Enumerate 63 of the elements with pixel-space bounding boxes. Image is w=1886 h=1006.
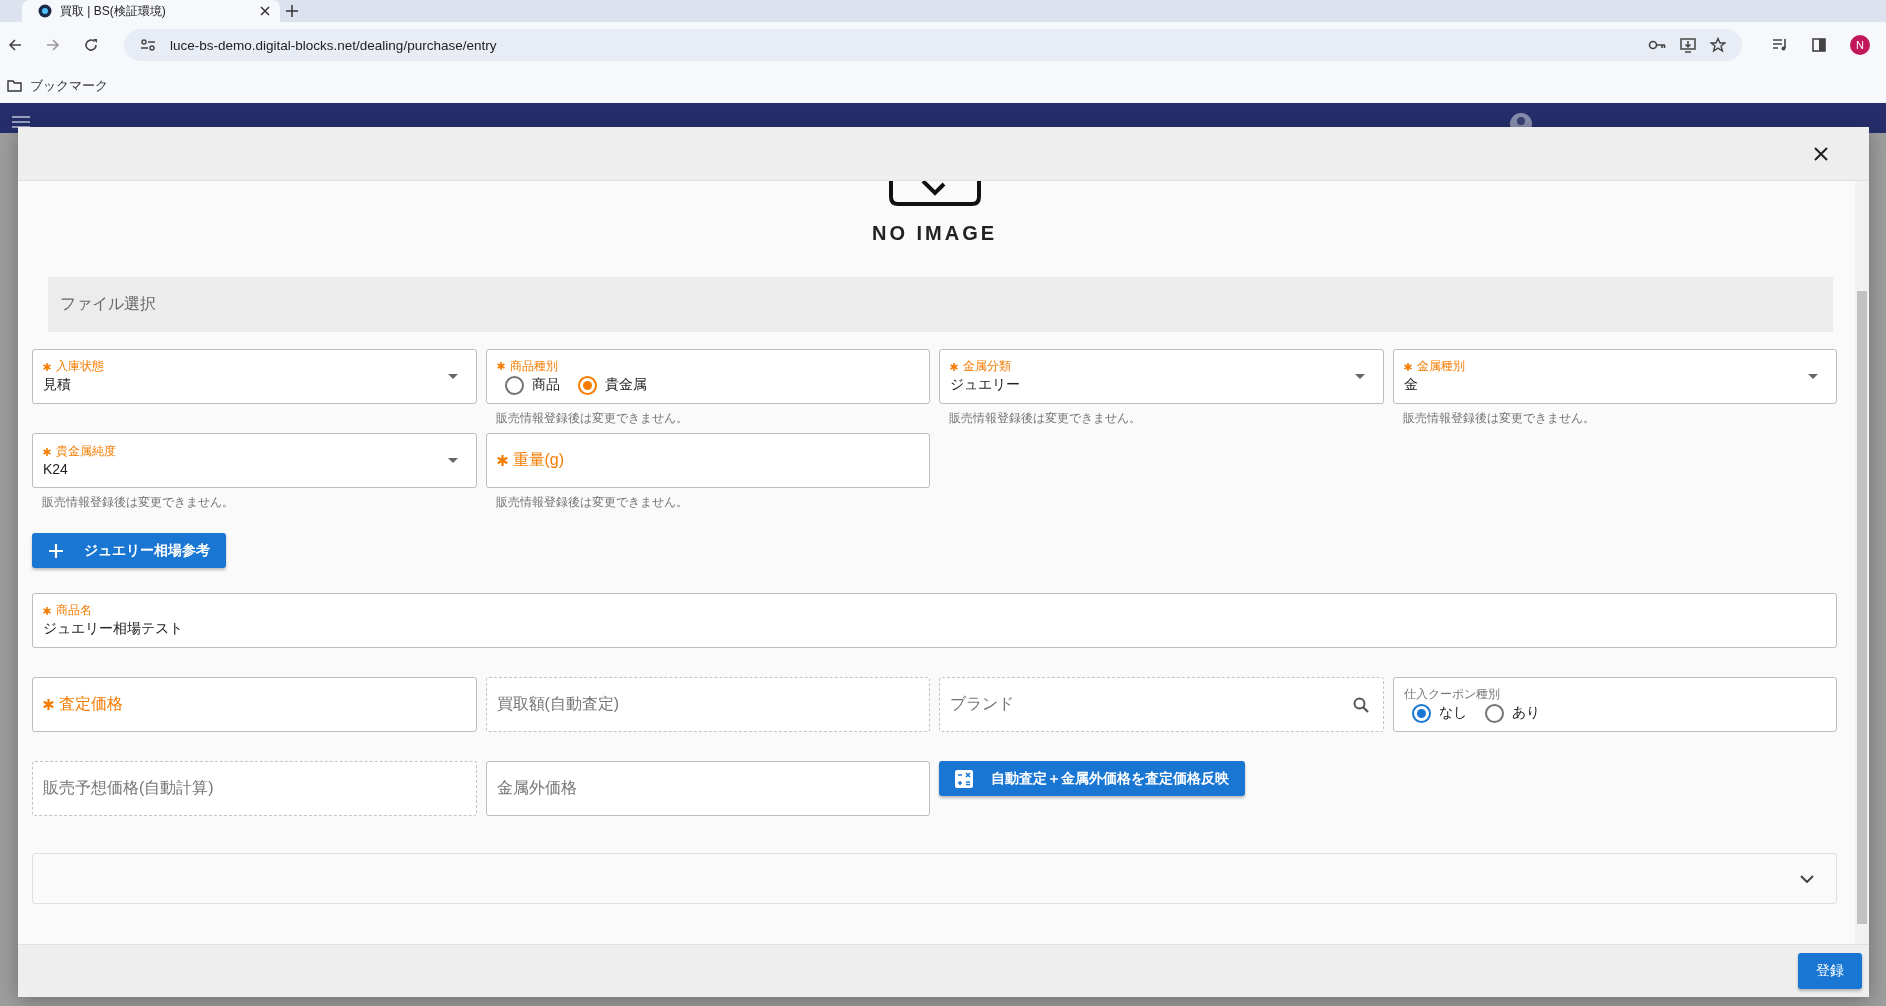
required-icon <box>43 362 51 371</box>
back-icon[interactable] <box>8 38 22 52</box>
tab-title: 買取 | BS(検証環境) <box>60 2 167 20</box>
chevron-icon[interactable] <box>1800 874 1814 883</box>
input-field[interactable]: 金属外価格 <box>485 761 930 816</box>
site-icon <box>38 4 52 18</box>
submit-button[interactable]: 登録 <box>1798 953 1862 989</box>
plus-icon[interactable] <box>286 5 298 17</box>
hint-text: 販売情報登録後は変更できません。 <box>495 411 688 425</box>
radio-button[interactable] <box>1484 703 1504 723</box>
menu-icon[interactable] <box>12 115 30 129</box>
no-image-label: NO IMAGE <box>871 222 998 245</box>
plus-icon <box>48 542 64 559</box>
radio-button[interactable] <box>1411 703 1431 723</box>
required-icon <box>43 606 51 615</box>
select-field[interactable]: 入庫状態 見積 <box>32 349 477 404</box>
required-icon <box>496 362 505 370</box>
select-field[interactable]: 貴金属純度 K24 <box>32 433 477 488</box>
address-bar[interactable]: luce-bs-demo.digital-blocks.net/dealing/purchase/entry <box>124 29 1742 61</box>
required-icon <box>43 699 54 710</box>
radio-button[interactable] <box>577 375 597 395</box>
required-icon <box>43 447 51 456</box>
hint-text: 販売情報登録後は変更できません。 <box>495 495 688 509</box>
apply-button[interactable]: 自動査定＋金属外価格を査定価格反映 <box>939 761 1245 796</box>
hint-text: 販売情報登録後は変更できません。 <box>1402 411 1595 425</box>
caret-icon[interactable] <box>1808 374 1818 379</box>
profile-avatar[interactable]: N <box>1850 35 1870 55</box>
close-icon[interactable] <box>1813 145 1829 162</box>
required-icon <box>950 362 958 371</box>
select-field[interactable]: 金属種別 金 <box>1392 349 1837 404</box>
hint-text: 販売情報登録後は変更できません。 <box>42 495 234 509</box>
install-icon[interactable] <box>1680 37 1696 53</box>
forward-icon[interactable] <box>46 38 60 52</box>
file-select-field[interactable]: ファイル選択 <box>48 277 1833 332</box>
reload-icon[interactable] <box>84 38 98 52</box>
key-icon[interactable] <box>1648 40 1666 50</box>
radio-label[interactable]: 貴金属 <box>604 376 647 394</box>
image-icon <box>887 181 982 207</box>
hint-text: 販売情報登録後は変更できません。 <box>949 411 1141 425</box>
bookmark-folder[interactable]: ブックマーク <box>30 76 108 95</box>
caret-icon[interactable] <box>447 458 458 463</box>
radio-label[interactable]: なし <box>1438 704 1467 722</box>
add-button[interactable]: ジュエリー相場参考 <box>32 533 226 568</box>
caret-icon[interactable] <box>1354 374 1365 379</box>
close-icon[interactable] <box>260 6 270 16</box>
media-icon[interactable] <box>1772 38 1788 52</box>
select-field[interactable]: 金属分類 ジュエリー <box>939 349 1384 404</box>
caret-icon[interactable] <box>447 374 458 379</box>
radio-button[interactable] <box>504 375 524 395</box>
required-icon <box>496 455 508 466</box>
required-icon <box>1403 362 1412 371</box>
browser-tab[interactable]: 買取 | BS(検証環境) <box>22 0 280 22</box>
side-panel-icon[interactable] <box>1812 38 1826 52</box>
scrollbar[interactable] <box>1855 181 1869 944</box>
star-icon[interactable] <box>1710 37 1726 53</box>
radio-label[interactable]: 商品 <box>531 376 560 394</box>
radio-label[interactable]: あり <box>1511 704 1540 722</box>
calculator-icon <box>955 769 973 788</box>
field-label: 仕入クーポン種別 <box>1403 686 1500 702</box>
site-settings-icon[interactable] <box>140 38 156 52</box>
field-label: 商品種別 <box>509 358 558 374</box>
folder-icon[interactable] <box>7 79 22 92</box>
input-field[interactable]: 商品名 ジュエリー相場テスト <box>32 593 1837 648</box>
